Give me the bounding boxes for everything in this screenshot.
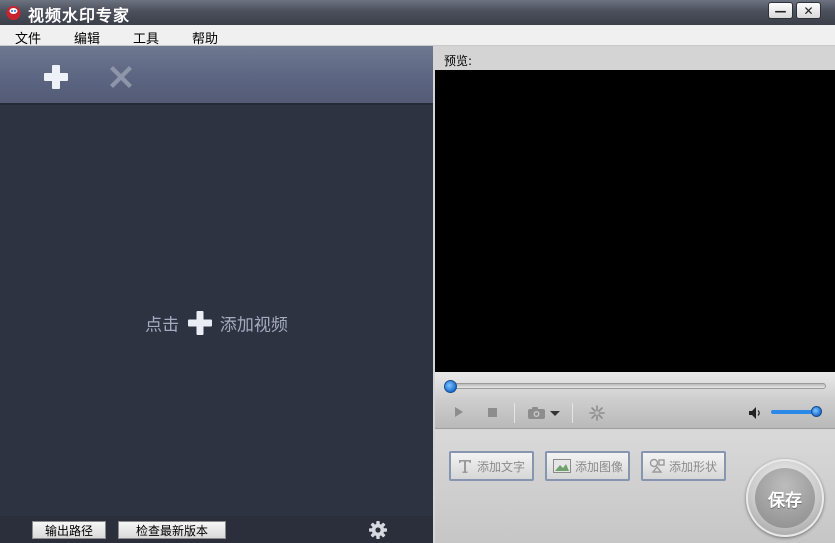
seek-bar[interactable] (450, 383, 826, 389)
preview-label: 预览: (444, 54, 473, 68)
hint-suffix: 添加视频 (219, 315, 288, 336)
menu-edit[interactable]: 编辑 (74, 28, 100, 47)
text-icon (459, 460, 471, 473)
speaker-icon[interactable] (748, 406, 762, 420)
camera-icon[interactable] (527, 406, 546, 420)
add-text-button[interactable]: 添加文字 (449, 451, 534, 481)
stop-icon[interactable] (488, 408, 497, 417)
save-button[interactable]: 保存 (746, 459, 824, 537)
add-image-button[interactable]: 添加图像 (545, 451, 630, 481)
add-video-hint[interactable]: 点击 添加视频 (0, 310, 433, 336)
add-shape-button[interactable]: 添加形状 (641, 451, 726, 481)
list-toolbar (0, 46, 433, 105)
check-update-button[interactable]: 检查最新版本 (118, 521, 226, 539)
hint-prefix: 点击 (145, 315, 180, 336)
video-preview (435, 70, 835, 372)
close-button[interactable]: ✕ (796, 2, 821, 19)
chevron-down-icon[interactable] (550, 411, 560, 416)
plus-icon (187, 311, 212, 335)
volume-handle[interactable] (811, 406, 822, 417)
menu-help[interactable]: 帮助 (192, 28, 218, 47)
play-icon[interactable] (455, 407, 463, 417)
gear-icon[interactable] (368, 520, 388, 540)
list-footer: 输出路径 检查最新版本 (0, 516, 433, 543)
add-text-label: 添加文字 (477, 459, 526, 474)
image-icon (553, 459, 571, 473)
plus-icon[interactable] (42, 63, 70, 91)
title-bar: 视频水印专家 — ✕ (0, 0, 835, 25)
save-label: 保存 (755, 468, 815, 528)
minimize-button[interactable]: — (768, 2, 793, 19)
sparkle-icon[interactable] (589, 405, 605, 421)
add-image-label: 添加图像 (575, 459, 624, 474)
close-icon: ✕ (803, 3, 814, 18)
seek-handle[interactable] (444, 380, 457, 393)
app-logo-icon (6, 6, 21, 20)
video-list-panel: 输出路径 检查最新版本 (0, 46, 433, 543)
x-icon[interactable] (108, 64, 134, 90)
minimize-icon: — (774, 3, 787, 18)
divider (514, 403, 515, 423)
shape-icon (649, 458, 665, 473)
menu-file[interactable]: 文件 (15, 28, 41, 47)
menu-bar: 文件 编辑 工具 帮助 (0, 25, 835, 47)
output-path-button[interactable]: 输出路径 (32, 521, 106, 539)
menu-tools[interactable]: 工具 (133, 28, 159, 47)
divider (572, 403, 573, 423)
add-shape-label: 添加形状 (669, 459, 718, 474)
window-title: 视频水印专家 (28, 6, 131, 25)
